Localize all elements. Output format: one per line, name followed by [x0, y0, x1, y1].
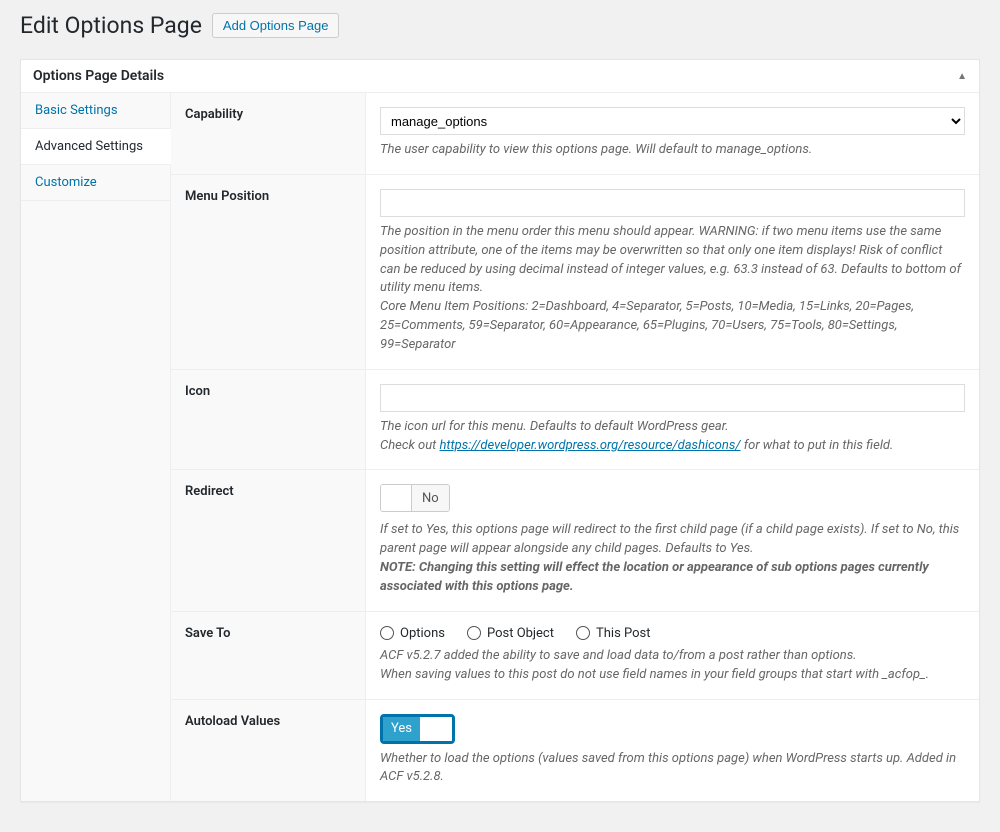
- capability-description: The user capability to view this options…: [380, 141, 965, 160]
- fields-column: Capability manage_options The user capab…: [171, 93, 979, 801]
- save-to-description: ACF v5.2.7 added the ability to save and…: [380, 647, 965, 685]
- panel-title: Options Page Details: [33, 68, 164, 84]
- radio-icon: [380, 626, 394, 640]
- icon-description: The icon url for this menu. Defaults to …: [380, 418, 965, 456]
- tab-advanced-settings[interactable]: Advanced Settings: [21, 129, 171, 165]
- page-header: Edit Options Page Add Options Page: [20, 0, 980, 59]
- menu-position-label: Menu Position: [171, 175, 366, 369]
- field-row-capability: Capability manage_options The user capab…: [171, 93, 979, 175]
- tab-basic-settings[interactable]: Basic Settings: [21, 93, 170, 129]
- panel-body: Basic Settings Advanced Settings Customi…: [21, 93, 979, 801]
- menu-position-input[interactable]: [380, 189, 965, 217]
- toggle-knob: [381, 485, 411, 511]
- autoload-toggle-label: Yes: [383, 717, 420, 741]
- dashicons-link[interactable]: https://developer.wordpress.org/resource…: [439, 438, 740, 453]
- save-to-options-radio[interactable]: Options: [380, 626, 445, 641]
- field-row-menu-position: Menu Position The position in the menu o…: [171, 175, 979, 370]
- autoload-description: Whether to load the options (values save…: [380, 750, 965, 788]
- save-to-post-object-radio[interactable]: Post Object: [467, 626, 554, 641]
- radio-icon: [467, 626, 481, 640]
- toggle-knob: [420, 717, 452, 741]
- tab-customize[interactable]: Customize: [21, 165, 170, 201]
- radio-label-post-object: Post Object: [487, 626, 554, 641]
- redirect-toggle-label: No: [411, 485, 449, 511]
- autoload-label: Autoload Values: [171, 700, 366, 802]
- icon-label: Icon: [171, 370, 366, 470]
- capability-select[interactable]: manage_options: [380, 107, 965, 135]
- settings-tabs-sidebar: Basic Settings Advanced Settings Customi…: [21, 93, 171, 801]
- autoload-toggle[interactable]: Yes: [380, 714, 455, 744]
- options-page-details-panel: Options Page Details ▲ Basic Settings Ad…: [20, 59, 980, 802]
- redirect-toggle[interactable]: No: [380, 484, 450, 512]
- save-to-label: Save To: [171, 612, 366, 699]
- redirect-description: If set to Yes, this options page will re…: [380, 521, 965, 596]
- field-row-redirect: Redirect No If set to Yes, this options …: [171, 470, 979, 611]
- panel-header: Options Page Details ▲: [21, 60, 979, 93]
- radio-label-this-post: This Post: [596, 626, 651, 641]
- save-to-this-post-radio[interactable]: This Post: [576, 626, 651, 641]
- menu-position-description: The position in the menu order this menu…: [380, 223, 965, 355]
- capability-label: Capability: [171, 93, 366, 174]
- field-row-icon: Icon The icon url for this menu. Default…: [171, 370, 979, 471]
- field-row-autoload: Autoload Values Yes Whether to load the …: [171, 700, 979, 802]
- page-title: Edit Options Page: [20, 12, 202, 39]
- collapse-toggle-icon[interactable]: ▲: [957, 71, 967, 82]
- add-options-page-button[interactable]: Add Options Page: [212, 13, 340, 38]
- save-to-radio-group: Options Post Object This Post: [380, 626, 965, 641]
- radio-label-options: Options: [400, 626, 445, 641]
- radio-icon: [576, 626, 590, 640]
- icon-input[interactable]: [380, 384, 965, 412]
- redirect-label: Redirect: [171, 470, 366, 610]
- field-row-save-to: Save To Options Post Object: [171, 612, 979, 700]
